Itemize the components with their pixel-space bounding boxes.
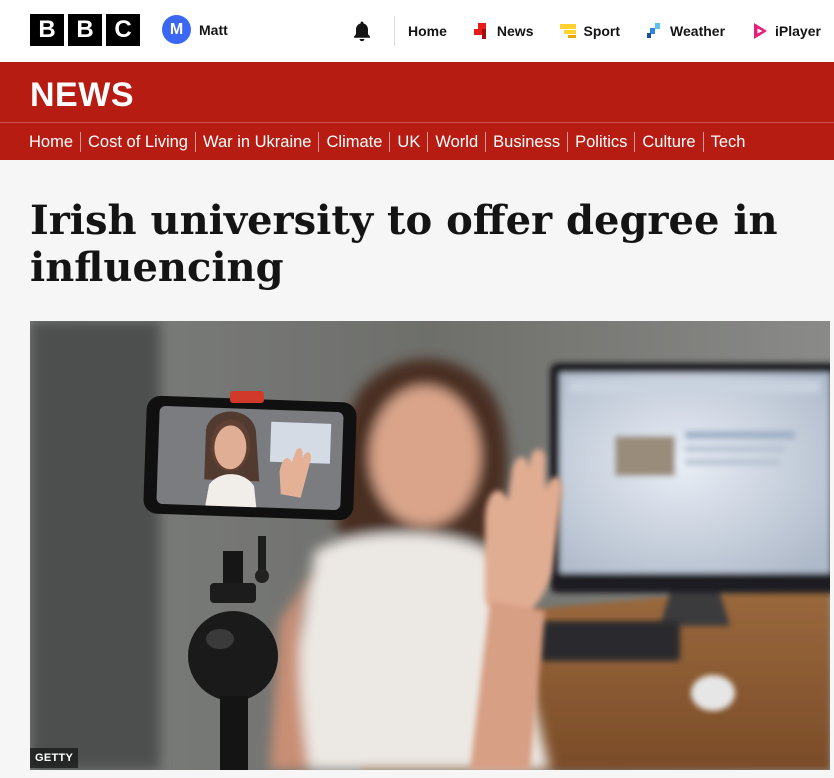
global-nav-sport[interactable]: Sport	[559, 22, 620, 40]
section-nav-item[interactable]: Climate	[318, 131, 389, 152]
account-button[interactable]: M Matt	[162, 15, 228, 44]
section-nav-item[interactable]: War in Ukraine	[194, 131, 319, 152]
global-nav-label: Sport	[583, 23, 621, 39]
section-nav-item[interactable]: UK	[389, 131, 427, 152]
global-nav-label: News	[496, 23, 534, 39]
iplayer-icon	[754, 23, 768, 39]
section-nav-item[interactable]: Tech	[702, 131, 753, 152]
section-nav-item[interactable]: Business	[485, 131, 567, 152]
logo-letter: B	[30, 14, 64, 46]
news-logo[interactable]: NEWS	[30, 76, 134, 115]
section-nav-item[interactable]: Cost of Living	[80, 131, 195, 152]
nav-divider	[394, 16, 395, 46]
news-icon	[473, 23, 486, 39]
image-credit: GETTY	[30, 748, 79, 768]
global-nav-home[interactable]: Home	[408, 23, 447, 39]
section-nav-item[interactable]: Culture	[634, 131, 702, 152]
article-hero-image: GETTY	[30, 321, 830, 770]
section-nav: Home Cost of Living War in Ukraine Clima…	[0, 122, 834, 160]
global-nav-news[interactable]: News	[473, 22, 534, 40]
article-headline: Irish university to offer degree in infl…	[30, 197, 778, 291]
global-nav-label: Home	[408, 23, 447, 39]
sport-icon	[560, 24, 577, 38]
account-name: Matt	[199, 21, 228, 38]
section-nav-item[interactable]: Politics	[567, 131, 634, 152]
bbc-logo[interactable]: B B C	[30, 14, 140, 46]
logo-letter: B	[68, 14, 102, 46]
global-nav-iplayer[interactable]: iPlayer	[751, 22, 821, 40]
weather-icon	[647, 23, 661, 38]
global-nav-label: iPlayer	[775, 23, 821, 39]
global-header: B B C M Matt Home News Sport Weather iPl…	[0, 0, 834, 62]
global-nav-label: Weather	[670, 23, 726, 39]
global-nav: Home News Sport Weather iPlayer	[408, 0, 821, 62]
avatar: M	[162, 15, 191, 44]
section-nav-item[interactable]: World	[427, 131, 485, 152]
global-nav-weather[interactable]: Weather	[646, 22, 725, 40]
logo-letter: C	[106, 14, 140, 46]
section-nav-item[interactable]: Home	[29, 132, 80, 152]
bell-icon[interactable]	[350, 19, 374, 43]
hero-photo	[30, 321, 830, 770]
news-masthead: NEWS	[0, 62, 834, 122]
